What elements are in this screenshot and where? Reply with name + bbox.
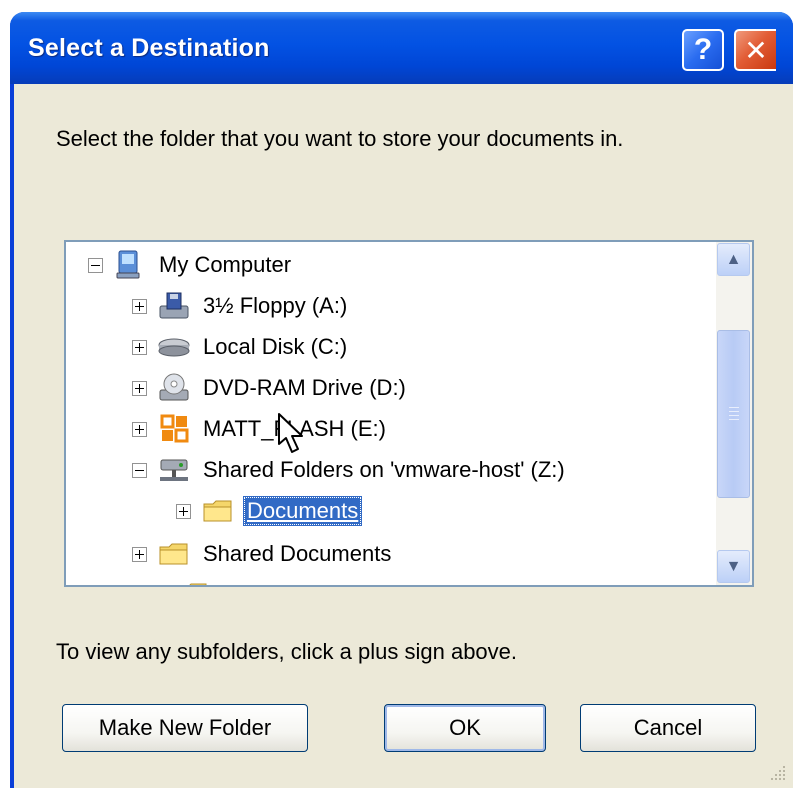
expand-icon[interactable]: [132, 546, 147, 562]
close-icon: ✕: [744, 34, 768, 66]
close-button[interactable]: ✕: [734, 29, 776, 71]
scroll-thumb[interactable]: [717, 330, 750, 498]
question-mark-icon: ?: [693, 33, 713, 66]
expand-icon[interactable]: [132, 298, 147, 314]
tree-item-label: DVD-RAM Drive (D:): [203, 375, 406, 400]
tree-item-label: Shared Documents: [203, 541, 392, 566]
dialog-title: Select a Destination: [28, 34, 270, 62]
folder-icon: [176, 578, 210, 585]
dialog-window: Select a Destination ? ✕ Select the fold…: [10, 12, 793, 788]
tree-item-documents[interactable]: Documents: [176, 491, 363, 531]
tree-item-label: 3½ Floppy (A:): [203, 293, 348, 318]
tree-item-shared-folders[interactable]: Shared Folders on 'vmware-host' (Z:): [132, 450, 569, 490]
tree-item-shared-documents[interactable]: Shared Documents: [132, 534, 395, 574]
tree-item-label: Local Disk (C:): [203, 334, 348, 359]
scroll-up-button[interactable]: ▲: [717, 243, 750, 276]
removable-drive-icon: [157, 413, 191, 445]
tree-item-label-selected: Documents: [243, 496, 363, 526]
help-button[interactable]: ?: [682, 29, 724, 71]
folder-icon: [157, 538, 191, 570]
expand-icon[interactable]: [176, 503, 191, 519]
instruction-text: Select the folder that you want to store…: [56, 126, 624, 151]
tree-item-label: Shared Folders on 'vmware-host' (Z:): [203, 457, 565, 482]
chevron-down-icon: ▼: [725, 557, 742, 575]
cancel-button[interactable]: Cancel: [580, 704, 756, 752]
tree-item-dvd-drive[interactable]: DVD-RAM Drive (D:): [132, 368, 410, 408]
collapse-icon[interactable]: [132, 462, 147, 478]
network-drive-icon: [157, 454, 191, 486]
tree-item-local-disk[interactable]: Local Disk (C:): [132, 327, 351, 367]
tree-item-partial: [176, 574, 218, 585]
expand-icon[interactable]: [132, 421, 147, 437]
resize-grip-icon[interactable]: [769, 764, 787, 782]
tree-item-matt-flash[interactable]: MATT_FLASH (E:): [132, 409, 390, 449]
scroll-down-button[interactable]: ▼: [717, 550, 750, 583]
expand-icon[interactable]: [132, 339, 147, 355]
make-new-folder-button[interactable]: Make New Folder: [62, 704, 308, 752]
folder-icon: [201, 495, 235, 527]
computer-icon: [113, 249, 147, 281]
floppy-drive-icon: [157, 290, 191, 322]
dialog-body: Select the folder that you want to store…: [14, 84, 793, 788]
expand-icon[interactable]: [132, 380, 147, 396]
tree-item-floppy[interactable]: 3½ Floppy (A:): [132, 286, 351, 326]
ok-button[interactable]: OK: [384, 704, 546, 752]
chevron-up-icon: ▲: [725, 250, 742, 268]
hard-disk-icon: [157, 331, 191, 363]
collapse-icon[interactable]: [88, 257, 103, 273]
mouse-cursor-icon: [278, 413, 303, 453]
tree-item-label: My Computer: [159, 252, 292, 277]
dvd-drive-icon: [157, 372, 191, 404]
folder-tree[interactable]: My Computer 3½ Floppy (A:) Local Disk (C…: [64, 240, 754, 587]
hint-text: To view any subfolders, click a plus sig…: [56, 639, 518, 664]
title-bar[interactable]: Select a Destination ? ✕: [10, 12, 793, 84]
tree-item-my-computer[interactable]: My Computer: [88, 245, 295, 285]
vertical-scrollbar[interactable]: ▲ ▼: [716, 242, 752, 585]
